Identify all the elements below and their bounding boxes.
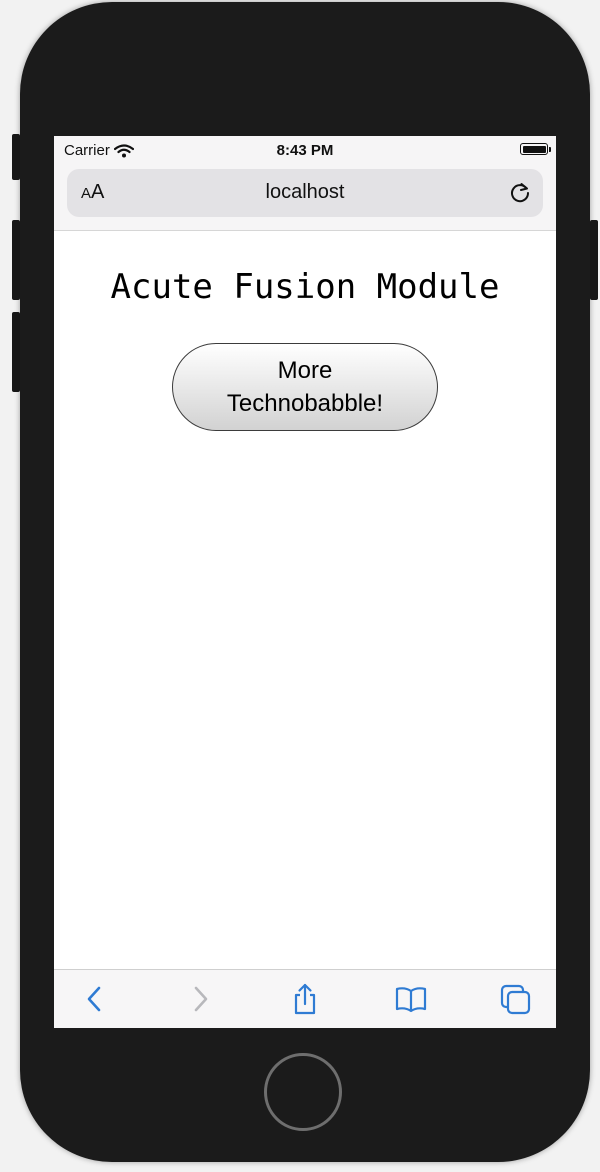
screen: Carrier 8:43 PM AA localhost Acute Fusio… — [54, 136, 556, 1028]
status-bar: Carrier 8:43 PM — [54, 136, 556, 164]
text-size-small-glyph: A — [81, 185, 92, 202]
web-page: Acute Fusion Module More Technobabble! — [54, 231, 556, 969]
status-time: 8:43 PM — [276, 142, 334, 159]
home-button[interactable] — [264, 1053, 342, 1131]
browser-address-area: AA localhost — [54, 164, 556, 231]
text-size-big-glyph: A — [91, 181, 105, 203]
volume-down-button — [12, 312, 20, 392]
chevron-right-icon[interactable] — [183, 982, 217, 1016]
power-button — [590, 220, 598, 300]
volume-up-button — [12, 220, 20, 300]
text-size-button[interactable]: AA — [81, 181, 104, 204]
chevron-left-icon[interactable] — [78, 982, 112, 1016]
url-text: localhost — [265, 181, 345, 203]
book-icon[interactable] — [394, 982, 428, 1016]
tabs-icon[interactable] — [499, 982, 533, 1016]
address-bar[interactable]: AA localhost — [67, 169, 543, 217]
page-title: Acute Fusion Module — [110, 267, 500, 307]
battery-icon — [520, 143, 551, 155]
reload-icon[interactable] — [507, 180, 533, 206]
mute-switch — [12, 134, 20, 180]
button-label-line2: Technobabble! — [226, 390, 384, 417]
browser-toolbar — [54, 969, 556, 1028]
button-label-line1: More — [277, 357, 333, 384]
share-icon[interactable] — [288, 982, 322, 1016]
more-technobabble-button[interactable]: More Technobabble! — [172, 343, 438, 431]
